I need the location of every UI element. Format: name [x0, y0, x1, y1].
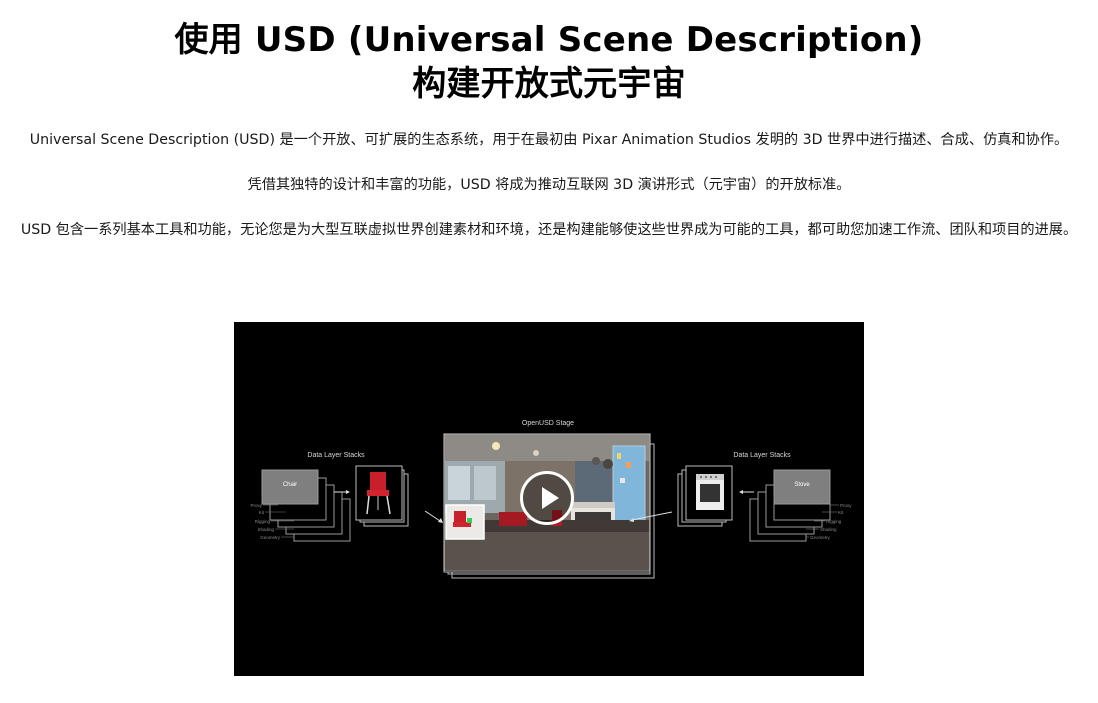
standard-paragraph: 凭借其独特的设计和丰富的功能，USD 将成为推动互联网 3D 演讲形式（元宇宙）… — [247, 177, 851, 193]
left-stack-title: Data Layer Stacks — [307, 452, 365, 459]
right-stack-title: Data Layer Stacks — [733, 452, 791, 459]
stove-image — [696, 474, 724, 510]
left-layer-label: Kit — [259, 510, 265, 515]
left-layer-label: Shading — [257, 527, 274, 532]
left-layer-label: Rigging — [255, 519, 271, 524]
left-layer-stack — [261, 469, 351, 542]
right-layer-stack — [749, 469, 831, 542]
play-icon — [542, 487, 559, 509]
right-layer-label: Rigging — [826, 519, 842, 524]
left-layer-label: Proxy — [250, 503, 262, 508]
page-title: 使用 USD (Universal Scene Description) 构建开… — [0, 18, 1098, 106]
page-title-line-2: 构建开放式元宇宙 — [412, 64, 686, 104]
page-title-line-1: 使用 USD (Universal Scene Description) — [174, 20, 924, 60]
right-layer-label: Proxy — [840, 503, 852, 508]
left-layer-label: Geometry — [260, 535, 281, 540]
right-layer-label: Geometry — [810, 535, 831, 540]
features-paragraph: USD 包含一系列基本工具和功能，无论您是为大型互联虚拟世界创建素材和环境，还是… — [20, 222, 1078, 238]
right-layer-label: Kit — [838, 510, 844, 515]
stage-label: OpenUSD Stage — [522, 420, 574, 427]
right-asset-label: Stove — [794, 482, 810, 488]
right-layer-label: Shading — [820, 527, 837, 532]
left-asset-label: Chair — [283, 482, 297, 488]
video-player[interactable]: OpenUSD Stage Data Layer Stacks Chair Pr… — [234, 322, 864, 676]
play-button[interactable] — [520, 471, 574, 525]
intro-paragraph: Universal Scene Description (USD) 是一个开放、… — [29, 132, 1069, 148]
